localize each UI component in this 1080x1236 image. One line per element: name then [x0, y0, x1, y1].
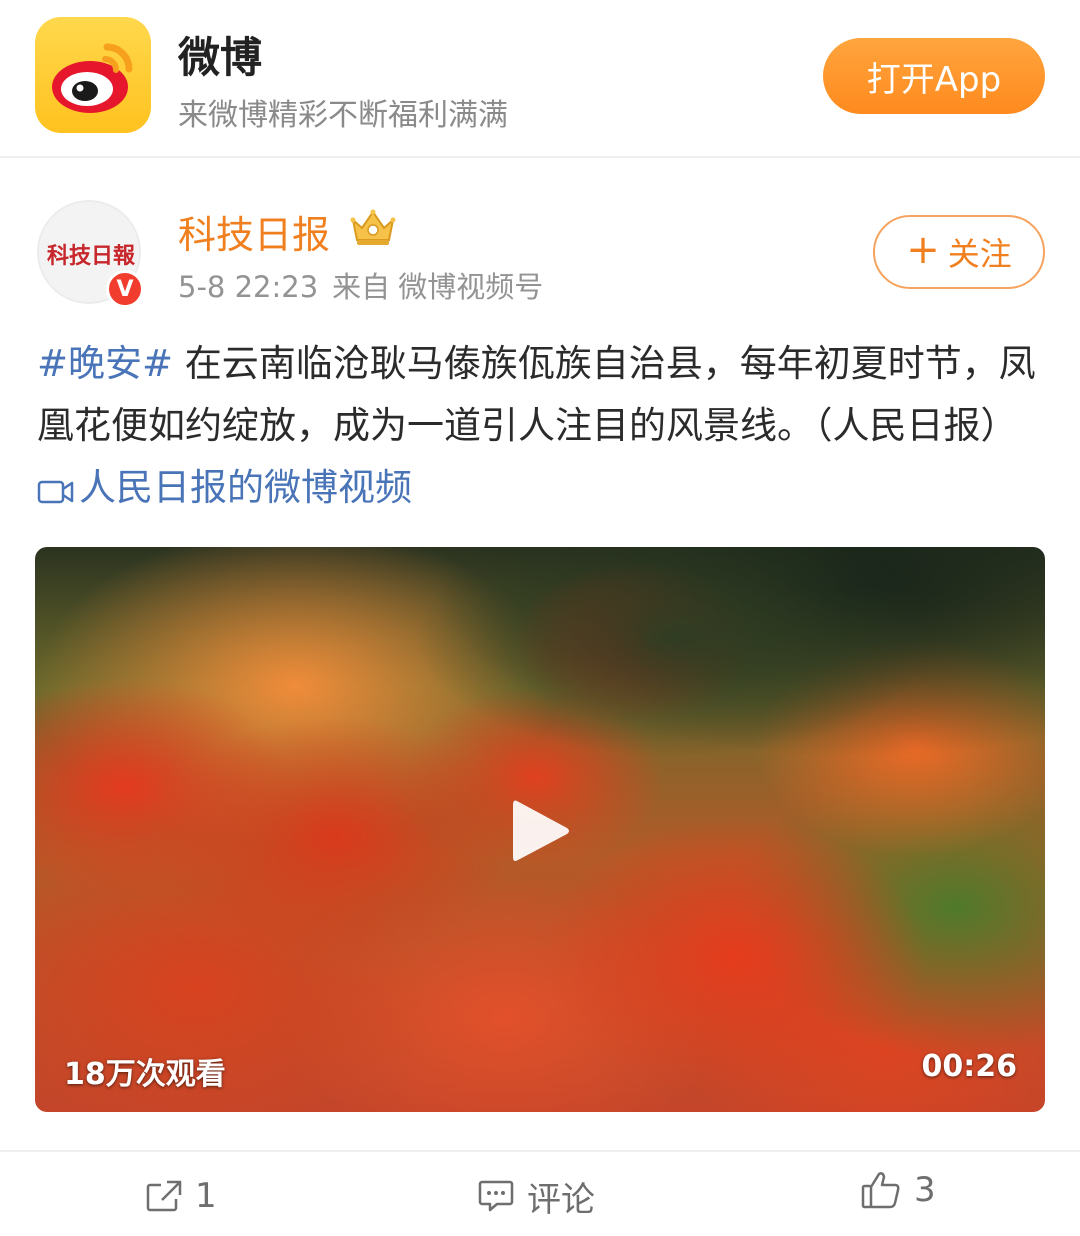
comment-button[interactable]: 评论	[477, 1174, 595, 1220]
weibo-logo-icon	[35, 17, 151, 133]
like-count: 3	[914, 1170, 936, 1210]
verified-badge-icon: V	[106, 270, 144, 308]
video-source-link[interactable]: 人民日报的微博视频	[37, 466, 412, 509]
play-icon[interactable]	[511, 797, 571, 865]
repost-count: 1	[195, 1176, 217, 1216]
post-time: 5-8 22:23	[178, 270, 319, 304]
share-icon	[146, 1180, 182, 1212]
like-button[interactable]: 3	[860, 1168, 936, 1212]
action-bar: 1 评论 3	[0, 1150, 1080, 1236]
video-camera-icon	[37, 480, 74, 504]
avatar-logo-text: 科技日報	[46, 243, 135, 269]
post-body: 在云南临沧耿马傣族佤族自治县，每年初夏时节，凤凰花便如约绽放，成为一道引人注目的…	[37, 342, 1036, 447]
crown-icon	[350, 209, 396, 245]
comment-label: 评论	[527, 1179, 595, 1220]
repost-button[interactable]: 1	[145, 1174, 217, 1218]
post-text: #晚安# 在云南临沧耿马傣族佤族自治县，每年初夏时节，凤凰花便如约绽放，成为一道…	[37, 333, 1047, 519]
comment-icon	[478, 1180, 514, 1212]
video-duration: 00:26	[921, 1049, 1018, 1084]
plus-icon: +	[906, 227, 940, 273]
video-link-label: 人民日报的微博视频	[79, 466, 412, 509]
follow-label: 关注	[947, 235, 1012, 273]
follow-button[interactable]: + 关注	[873, 215, 1045, 289]
app-name: 微博	[178, 33, 263, 82]
thumbs-up-icon	[861, 1172, 900, 1209]
source-prefix: 来自	[332, 270, 391, 304]
author-avatar[interactable]: 科技日報 V	[37, 200, 144, 308]
post-meta: 5-8 22:23 来自 微博视频号	[178, 264, 557, 306]
view-count: 18万次观看	[64, 1057, 226, 1092]
video-player[interactable]: 18万次观看 00:26	[35, 547, 1045, 1112]
app-tagline: 来微博精彩不断福利满满	[178, 98, 508, 133]
open-app-button[interactable]: 打开App	[823, 38, 1045, 114]
post-source[interactable]: 微博视频号	[398, 270, 543, 304]
hashtag-link[interactable]: #晚安#	[37, 342, 173, 385]
app-download-banner: 微博 来微博精彩不断福利满满 打开App	[0, 0, 1080, 158]
author-name[interactable]: 科技日报	[178, 204, 330, 259]
